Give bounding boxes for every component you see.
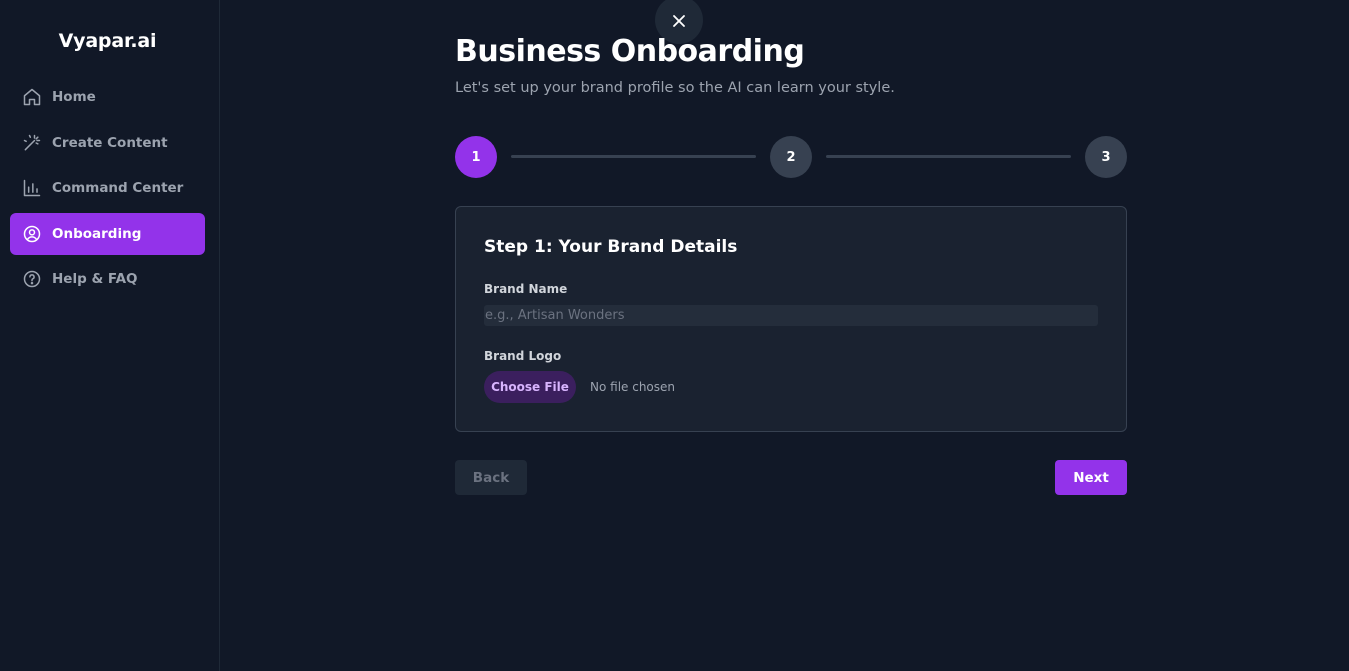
sidebar-nav: Home Create Content Command Center Onboa…	[10, 76, 205, 304]
file-status-text: No file chosen	[590, 380, 676, 394]
sidebar-item-onboarding[interactable]: Onboarding	[10, 212, 205, 255]
sidebar-item-label: Command Center	[52, 180, 184, 196]
choose-file-button[interactable]: Choose File	[484, 371, 576, 403]
step-connector	[826, 155, 1071, 158]
close-icon	[669, 10, 689, 31]
magic-wand-icon	[22, 133, 42, 153]
brand-name-input[interactable]	[484, 305, 1098, 326]
help-circle-icon	[22, 269, 42, 289]
page-title: Business Onboarding	[455, 34, 805, 69]
progress-stepper: 1 2 3	[455, 136, 1127, 178]
home-icon	[22, 87, 42, 107]
brand-logo-label: Brand Logo	[484, 349, 562, 363]
brand-name-label: Brand Name	[484, 282, 568, 296]
bar-chart-icon	[22, 178, 42, 198]
step-indicator-1: 1	[455, 136, 497, 178]
page-subtitle: Let's set up your brand profile so the A…	[455, 80, 895, 96]
sidebar-item-command-center[interactable]: Command Center	[10, 167, 205, 209]
sidebar-item-label: Help & FAQ	[52, 271, 138, 287]
sidebar-item-home[interactable]: Home	[10, 76, 205, 118]
back-button[interactable]: Back	[455, 460, 527, 495]
user-circle-icon	[22, 224, 42, 244]
sidebar-item-label: Create Content	[52, 134, 168, 151]
brand-details-card: Step 1: Your Brand Details Brand Name Br…	[455, 206, 1127, 432]
step-indicator-3: 3	[1085, 136, 1127, 178]
brand-logo-text: Vyapar.ai	[58, 30, 157, 52]
sidebar-item-label: Onboarding	[52, 225, 142, 242]
sidebar-item-create-content[interactable]: Create Content	[10, 122, 205, 164]
sidebar-item-label: Home	[52, 89, 96, 105]
sidebar: Vyapar.ai Home Create Content Command Ce…	[0, 0, 220, 671]
card-title: Step 1: Your Brand Details	[484, 237, 738, 257]
next-button[interactable]: Next	[1055, 460, 1127, 495]
step-indicator-2: 2	[770, 136, 812, 178]
sidebar-item-help[interactable]: Help & FAQ	[10, 258, 205, 300]
app-root: Vyapar.ai Home Create Content Command Ce…	[0, 0, 1349, 671]
step-connector	[511, 155, 756, 158]
